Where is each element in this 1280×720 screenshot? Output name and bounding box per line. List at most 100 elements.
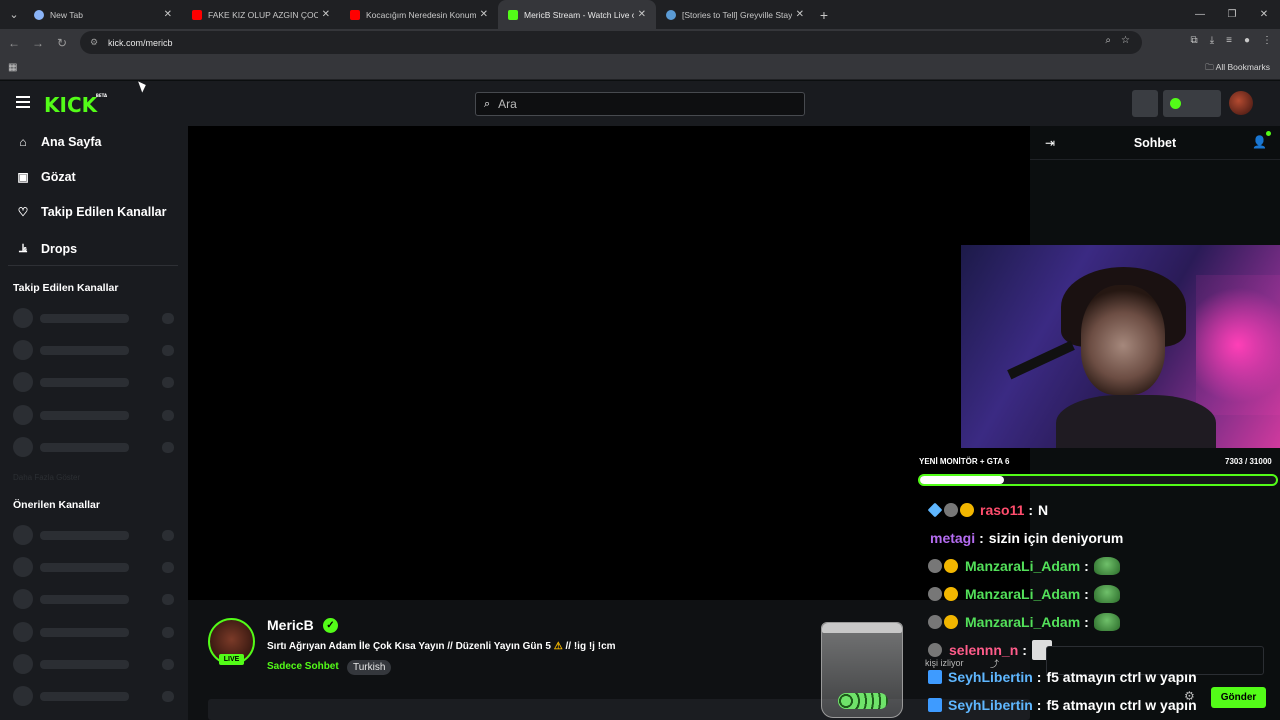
send-button[interactable]: Gönder (1211, 687, 1266, 708)
warning-icon: ⚠ (553, 641, 563, 652)
browser-tab[interactable]: [Stories to Tell] Greyville Stay on ✕ (656, 0, 814, 29)
channel-skeleton (13, 589, 175, 609)
chat-message: raso11 : N (927, 499, 1048, 521)
chat-text: f5 atmayın ctrl w yapın (1046, 697, 1197, 713)
stream-category[interactable]: Sadece Sohbet (267, 661, 339, 672)
sidebar-item-following[interactable]: ♡ Takip Edilen Kanallar (16, 205, 167, 219)
chat-separator: : (1028, 502, 1034, 518)
profile-icon[interactable]: ● (1244, 35, 1250, 46)
browser-tab-bar: ⌄ New Tab ✕ FAKE KIZ OLUP AZGIN ÇOCUĞU ✕… (0, 0, 1280, 29)
chat-username[interactable]: raso11 (980, 502, 1024, 518)
forward-icon[interactable]: → (26, 36, 50, 50)
stream-title-suffix: // !ig !j !cm (565, 641, 616, 652)
heart-icon: ♡ (17, 205, 29, 219)
window-controls: — ❐ ✕ (1184, 0, 1280, 29)
tab-search-icon[interactable]: ⌄ (4, 5, 24, 25)
goal-progress-fill (920, 476, 1004, 484)
chat-username[interactable]: metagi (930, 530, 975, 546)
chat-username[interactable]: ManzaraLi_Adam (965, 558, 1080, 574)
coin-badge-icon (944, 587, 958, 601)
new-tab-icon[interactable]: + (814, 7, 834, 23)
site-info-icon[interactable]: ⚙ (90, 37, 102, 48)
chat-username[interactable]: ManzaraLi_Adam (965, 586, 1080, 602)
close-tab-icon[interactable]: ✕ (164, 9, 172, 20)
sidebar-item-browse[interactable]: ▣ Gözat (16, 170, 76, 184)
sidebar-item-drops[interactable]: ⫡ Drops (16, 241, 77, 256)
search-input[interactable] (498, 97, 779, 111)
sidebar-item-home[interactable]: ⌂ Ana Sayfa (16, 135, 101, 149)
browser-tab-active[interactable]: MericB Stream - Watch Live on ✕ (498, 0, 656, 29)
hamburger-menu-icon[interactable] (16, 96, 30, 111)
coin-badge-icon (944, 559, 958, 573)
tab-title: Kocacığım Neredesin Konum A (366, 9, 476, 20)
extensions-icon[interactable]: ⧉ (1191, 35, 1198, 46)
frog-emote-icon (1093, 557, 1120, 575)
channel-skeleton (13, 405, 175, 425)
chat-separator: : (1084, 558, 1089, 574)
channel-skeleton (13, 525, 175, 545)
chat-username[interactable]: ManzaraLi_Adam (965, 614, 1080, 630)
sidebar-item-label: Gözat (41, 170, 76, 184)
chat-username[interactable]: selennn_n (949, 642, 1018, 658)
microphone-arm (1007, 340, 1075, 380)
kick-badge-icon (928, 670, 942, 684)
browser-tab[interactable]: Kocacığım Neredesin Konum A ✕ (340, 0, 498, 29)
channel-skeleton (13, 557, 175, 577)
back-icon[interactable]: ← (2, 36, 26, 50)
browser-tab[interactable]: New Tab ✕ (24, 0, 182, 29)
logo-beta: BETA (95, 93, 108, 98)
omnibox-actions: ⌕ ☆ (1105, 35, 1130, 46)
show-more-link[interactable]: Daha Fazla Göster (13, 473, 80, 482)
minimize-icon[interactable]: — (1184, 0, 1216, 29)
streamer-name[interactable]: MericB (267, 617, 314, 633)
tab-title: FAKE KIZ OLUP AZGIN ÇOCUĞU (208, 9, 318, 20)
goal-count: 7303 / 31000 (1225, 457, 1272, 466)
chat-username[interactable]: SeyhLibertin (948, 697, 1033, 713)
tab-title: MericB Stream - Watch Live on (524, 9, 634, 20)
chat-username[interactable]: SeyhLibertin (948, 669, 1033, 685)
tab-favicon (34, 9, 44, 20)
close-window-icon[interactable]: ✕ (1248, 0, 1280, 29)
url-bar[interactable]: ⚙ kick.com/mericb (80, 31, 1142, 54)
browser-tab[interactable]: FAKE KIZ OLUP AZGIN ÇOCUĞU ✕ (182, 0, 340, 29)
all-bookmarks-folder[interactable]: 🗀 All Bookmarks (1205, 62, 1270, 76)
chat-separator: : (979, 530, 984, 546)
reading-list-icon[interactable]: ≡ (1226, 35, 1232, 46)
kick-points-button[interactable] (1163, 90, 1221, 117)
chat-users-icon[interactable]: 👤 (1252, 131, 1271, 149)
zoom-icon[interactable]: ⌕ (1105, 35, 1111, 46)
chat-message: SeyhLibertin : f5 atmayın ctrl w yapın (928, 694, 1197, 716)
gear-badge-icon (944, 503, 958, 517)
search-box[interactable]: ⌕ (475, 92, 805, 116)
video-player[interactable] (188, 126, 1030, 600)
close-tab-icon[interactable]: ✕ (322, 9, 330, 20)
header-button[interactable] (1132, 90, 1158, 117)
tip-jar-widget (821, 622, 903, 718)
channel-skeleton (13, 308, 175, 328)
close-tab-icon[interactable]: ✕ (480, 9, 488, 20)
sidebar: ⌂ Ana Sayfa ▣ Gözat ♡ Takip Edilen Kanal… (0, 126, 188, 720)
chat-settings-icon[interactable]: ⚙ (1184, 689, 1195, 703)
user-avatar[interactable] (1229, 91, 1253, 115)
chat-text: f5 atmayın ctrl w yapın (1046, 669, 1197, 685)
kick-logo[interactable]: KICK BETA (44, 93, 107, 117)
stream-title: Sırtı Ağrıyan Adam İle Çok Kısa Yayın //… (267, 641, 616, 652)
coin-badge-icon (960, 503, 974, 517)
all-bookmarks-label: All Bookmarks (1215, 62, 1270, 72)
chat-separator: : (1084, 586, 1089, 602)
download-icon[interactable]: ⤓ (1210, 35, 1214, 46)
streamer-body (1056, 395, 1216, 448)
menu-dots-icon[interactable]: ⋮ (1262, 35, 1272, 46)
logo-text: KICK (44, 93, 98, 117)
restore-icon[interactable]: ❐ (1216, 0, 1248, 29)
close-tab-icon[interactable]: ✕ (796, 9, 804, 20)
about-bar (208, 699, 1030, 720)
gem-badge-icon (927, 502, 943, 518)
apps-grid-icon[interactable]: ▦ (8, 62, 17, 73)
bookmark-star-icon[interactable]: ☆ (1121, 35, 1130, 46)
reload-icon[interactable]: ↻ (50, 36, 74, 50)
channel-skeleton (13, 340, 175, 360)
language-tag[interactable]: Turkish (347, 660, 392, 675)
close-tab-icon[interactable]: ✕ (638, 9, 646, 20)
sidebar-divider (8, 265, 178, 266)
